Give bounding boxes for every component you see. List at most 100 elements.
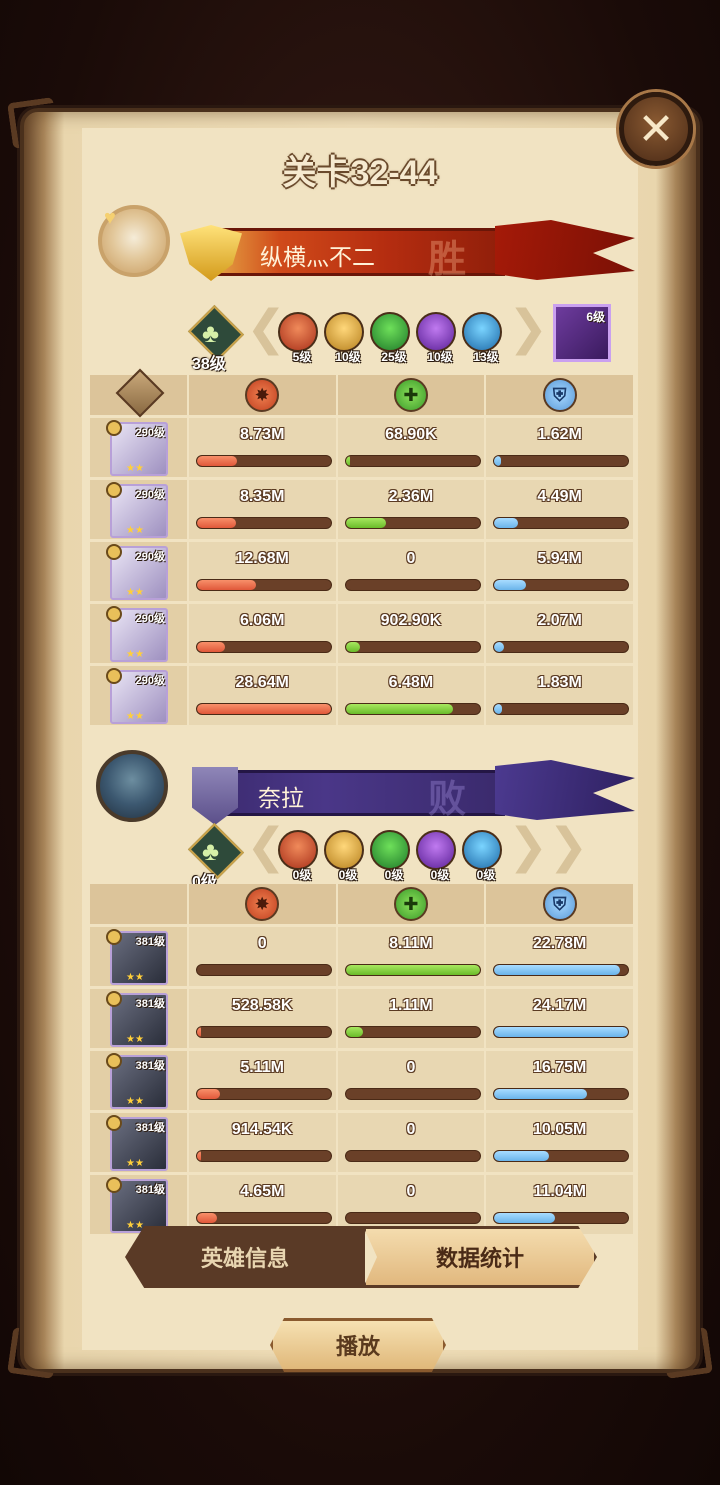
winner-name: 纵横灬不二 — [260, 244, 375, 270]
hero-portrait[interactable]: 290级 ★★ — [106, 606, 168, 662]
shield-bar-fill — [494, 580, 527, 590]
shield-bar — [493, 579, 630, 591]
shield-bar-fill — [494, 642, 504, 652]
damage-bar-fill — [196, 642, 225, 652]
heal-value: 902.90K — [380, 612, 442, 629]
loser-rows-scroll[interactable]: 381级 ★★ 0 8.11M 22.78M 381级 ★★ 528.58K 1… — [90, 924, 635, 1254]
play-button[interactable]: 播放 — [270, 1318, 446, 1372]
hero-portrait[interactable]: 381级 ★★ — [106, 1115, 168, 1171]
table-row: 381级 ★★ 5.11M 0 16.75M — [90, 1048, 635, 1110]
shield-value: 1.83M — [537, 674, 582, 691]
star-icon: ★★ — [126, 649, 144, 660]
hero-level: 381级 — [135, 998, 165, 1010]
shield-value: 24.17M — [532, 997, 587, 1014]
heal-value: 1.11M — [389, 997, 433, 1014]
heal-value: 0 — [406, 1121, 416, 1138]
faction-nature-icon: 25级 — [370, 312, 410, 364]
heal-bar — [344, 579, 481, 591]
shield-value: 1.62M — [537, 426, 582, 443]
damage-icon: ✸ — [245, 887, 280, 921]
table-row: 381级 ★★ 4.65M 0 11.04M — [90, 1172, 635, 1234]
hero-portrait[interactable]: 381级 ★★ — [106, 929, 168, 985]
hero-level: 290级 — [135, 489, 165, 501]
heal-value: 8.11M — [389, 935, 433, 952]
damage-bar-fill — [196, 1213, 217, 1223]
shield-icon: ⛨ — [542, 378, 577, 412]
damage-value: 4.65M — [239, 1183, 285, 1200]
hero-level: 290级 — [135, 613, 165, 625]
damage-value: 914.54K — [231, 1121, 293, 1138]
shield-bar-fill — [494, 518, 519, 528]
heal-bar-fill — [345, 704, 453, 714]
scroll-icon — [115, 368, 165, 418]
faction-nature-icon: 0级 — [370, 830, 410, 882]
tab-stats[interactable]: 数据统计 — [363, 1226, 597, 1288]
shield-value: 11.04M — [533, 1183, 586, 1200]
heal-bar-fill — [345, 965, 480, 975]
heal-value: 68.90K — [385, 426, 437, 443]
shield-bar — [493, 1026, 630, 1038]
hero-portrait[interactable]: 290级 ★★ — [106, 668, 168, 724]
table-row: 290级 ★★ 6.06M 902.90K 2.07M — [90, 601, 636, 663]
hero-portrait[interactable]: 381级 ★★ — [106, 1053, 168, 1109]
frame-corner — [7, 1327, 59, 1379]
faction-water-icon: 0级 — [462, 830, 502, 882]
table-row: 381级 ★★ 528.58K 1.11M 24.17M — [90, 986, 635, 1048]
damage-value: 12.68M — [235, 550, 289, 567]
heal-value: 0 — [406, 1183, 416, 1200]
hero-portrait[interactable]: 381级 ★★ — [106, 991, 168, 1047]
faction-fire-icon: 5级 — [278, 312, 318, 364]
winner-stats-table: ✸ ✚ ⛨ 290级 ★★ 8.73M 68.90K 1.62M 290级 ★★… — [90, 368, 636, 725]
damage-bar — [195, 1026, 332, 1038]
shield-bar — [493, 1150, 630, 1162]
hero-badge-icon — [106, 420, 122, 436]
faction-water-icon: 13级 — [462, 312, 502, 364]
hero-portrait[interactable]: 290级 ★★ — [106, 482, 168, 538]
hero-portrait[interactable]: 290级 ★★ — [106, 420, 168, 476]
tree-icon: ♣ — [202, 836, 220, 866]
heal-value: 0 — [406, 1059, 416, 1076]
heal-bar — [344, 1088, 481, 1100]
tab-hero-info[interactable]: 英雄信息 — [125, 1226, 365, 1288]
shield-value: 2.07M — [537, 612, 582, 629]
hero-level: 290级 — [135, 675, 165, 687]
hero-portrait[interactable]: 290级 ★★ — [106, 544, 168, 600]
heal-bar — [344, 964, 481, 976]
star-icon: ★★ — [126, 1096, 144, 1107]
close-button[interactable]: ✕ — [619, 92, 693, 166]
heal-icon: ✚ — [393, 887, 428, 921]
heal-bar — [344, 1212, 481, 1224]
loser-stats-table: ✸ ✚ ⛨ 381级 ★★ 0 8.11M 22.78M 381级 ★★ 528… — [90, 884, 636, 1254]
hero-portrait[interactable]: 381级 ★★ — [106, 1177, 168, 1233]
shield-bar-fill — [494, 1027, 629, 1037]
faction-fire-icon: 0级 — [278, 830, 318, 882]
winner-team-bar: ♣ 38级 ❮ 5级 10级 25级 10级 13级 ❯ 6级 — [187, 302, 628, 373]
damage-value: 8.73M — [239, 426, 285, 443]
star-icon: ★★ — [126, 1034, 144, 1045]
damage-bar-fill — [196, 1089, 220, 1099]
star-icon: ★★ — [126, 525, 144, 536]
damage-value: 528.58K — [231, 997, 293, 1014]
hero-badge-icon — [106, 1177, 122, 1193]
hero-level: 381级 — [135, 1184, 165, 1196]
loser-avatar[interactable] — [96, 750, 168, 822]
damage-bar-fill — [196, 456, 237, 466]
pet-icon[interactable]: 6级 — [553, 304, 611, 362]
heal-bar — [344, 1150, 481, 1162]
damage-icon: ✸ — [245, 378, 280, 412]
heal-value: 0 — [406, 550, 416, 567]
shield-bar-fill — [494, 965, 621, 975]
star-icon: ★★ — [126, 972, 144, 983]
shield-bar — [493, 517, 630, 529]
table-row: 381级 ★★ 0 8.11M 22.78M — [90, 924, 635, 986]
damage-bar-fill — [196, 1027, 201, 1037]
faction-light-icon: 0级 — [324, 830, 364, 882]
damage-bar — [195, 1150, 332, 1162]
hero-level: 381级 — [135, 1122, 165, 1134]
heal-bar — [344, 641, 481, 653]
shield-bar — [493, 1088, 630, 1100]
damage-bar — [195, 964, 332, 976]
table-row: 290级 ★★ 8.35M 2.36M 4.49M — [90, 477, 636, 539]
hero-level: 290级 — [135, 551, 165, 563]
table-header: ✸ ✚ ⛨ — [90, 368, 636, 418]
